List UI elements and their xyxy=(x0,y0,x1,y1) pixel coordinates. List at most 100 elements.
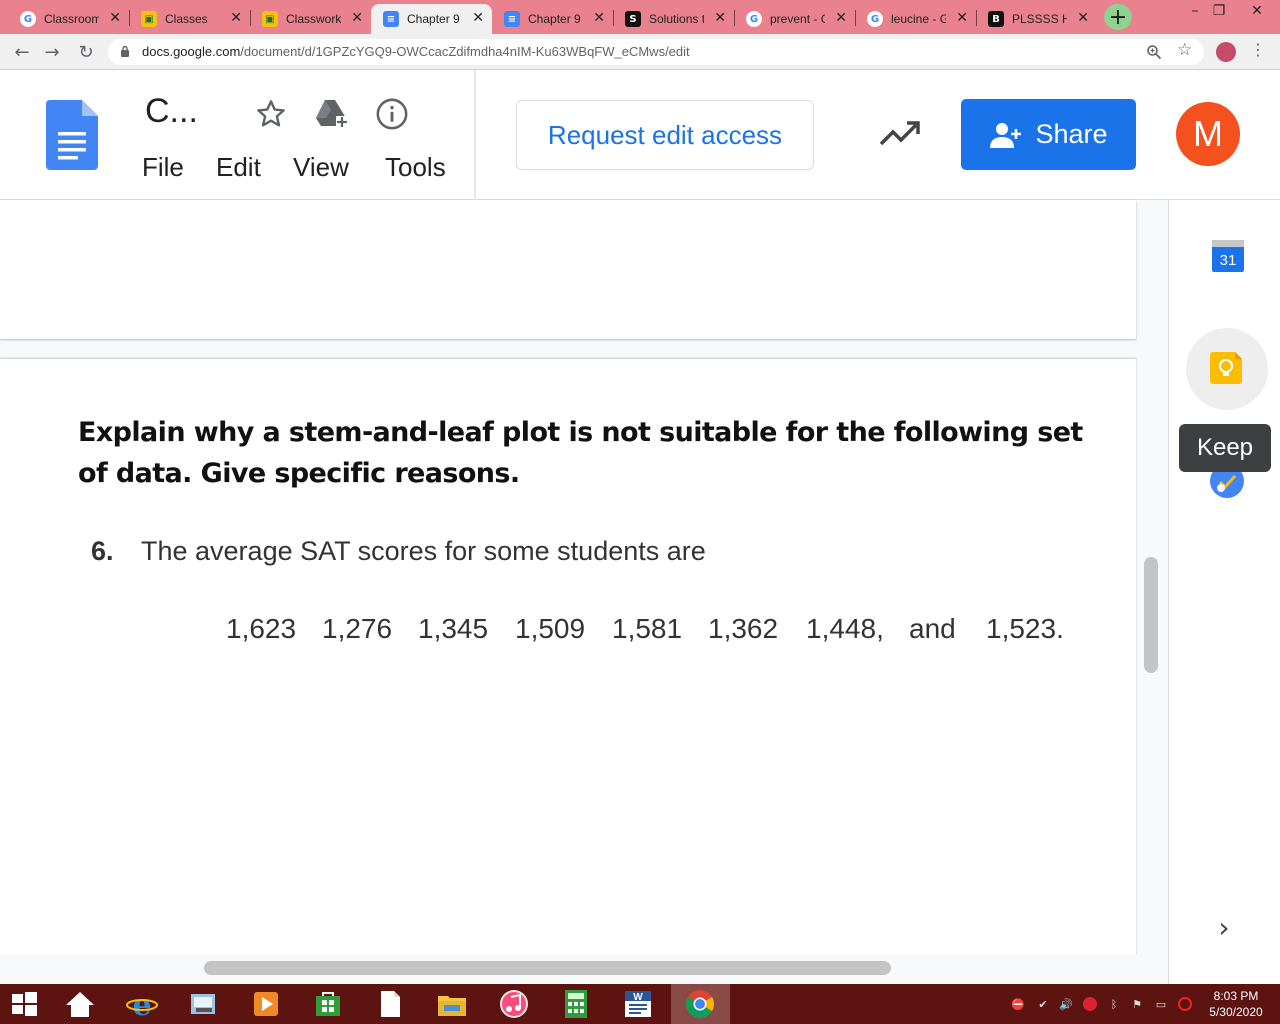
action-center-flag-icon[interactable]: ⚑ xyxy=(1130,997,1144,1011)
lock-icon xyxy=(121,45,129,57)
volume-icon[interactable]: 🔊 xyxy=(1059,997,1073,1011)
file-explorer-icon[interactable] xyxy=(436,988,468,1020)
chevron-right-icon[interactable]: › xyxy=(1209,911,1239,944)
document-title[interactable]: C... xyxy=(145,92,198,131)
calculator-icon[interactable] xyxy=(560,988,592,1020)
itunes-icon[interactable] xyxy=(498,988,530,1020)
tab-title: Classroom xyxy=(44,12,99,26)
move-to-drive-icon[interactable] xyxy=(313,96,349,132)
tab-close-icon[interactable]: ✕ xyxy=(109,10,121,26)
tab-title: Classwork xyxy=(286,12,341,26)
forward-arrow-icon[interactable]: → xyxy=(40,40,64,64)
tab-close-icon[interactable]: ✕ xyxy=(835,10,847,26)
tab-close-icon[interactable]: ✕ xyxy=(1077,10,1089,26)
score-value: 1,581 xyxy=(612,613,683,644)
clock-date: 5/30/2020 xyxy=(1209,1005,1263,1019)
omnibox[interactable]: docs.google.com/document/d/1GPZcYGQ9-OWC… xyxy=(108,39,1204,65)
security-tray-icon[interactable] xyxy=(1178,997,1192,1011)
tab-close-icon[interactable]: ✕ xyxy=(956,10,968,26)
document-file-icon[interactable] xyxy=(374,988,406,1020)
display-tray-icon[interactable]: ▭ xyxy=(1154,997,1168,1011)
score-value: 1,448, xyxy=(806,613,884,644)
home-icon[interactable] xyxy=(64,988,96,1020)
browser-tab[interactable]: ≡ Chapter 9 ✕ xyxy=(492,4,613,34)
share-button[interactable]: Share xyxy=(961,99,1136,170)
media-player-icon[interactable] xyxy=(250,988,282,1020)
docs-icon: ≡ xyxy=(383,11,399,27)
tab-title: PLSSSS HE xyxy=(1012,12,1067,26)
account-avatar[interactable]: M xyxy=(1176,102,1240,166)
browser-tab[interactable]: B PLSSSS HE ✕ xyxy=(976,4,1097,34)
tab-title: Chapter 9 xyxy=(407,12,460,26)
tab-close-icon[interactable]: ✕ xyxy=(714,10,726,26)
document-canvas: Explain why a stem-and-leaf plot is not … xyxy=(0,200,1168,984)
menu-file[interactable]: File xyxy=(142,152,184,183)
extension-icon[interactable] xyxy=(1216,42,1236,62)
activity-dashboard-icon[interactable] xyxy=(878,118,922,150)
google-g-icon: G xyxy=(746,11,762,27)
internet-explorer-icon[interactable]: e xyxy=(126,988,158,1020)
score-value: 1,523. xyxy=(986,613,1064,644)
tab-close-icon[interactable]: ✕ xyxy=(230,10,242,26)
tab-separator xyxy=(129,10,130,26)
bookmark-star-icon[interactable]: ☆ xyxy=(1177,40,1192,60)
google-docs-logo-icon[interactable] xyxy=(46,100,98,170)
tab-separator xyxy=(976,10,977,26)
google-g-icon: G xyxy=(20,11,36,27)
tab-close-icon[interactable]: ✕ xyxy=(472,10,484,26)
browser-tab[interactable]: Gprevent - G ✕ xyxy=(734,4,855,34)
system-clock[interactable]: 8:03 PM 5/30/2020 xyxy=(1203,988,1269,1020)
browser-menu-icon[interactable]: ⋮ xyxy=(1250,40,1266,59)
zoom-icon[interactable] xyxy=(1146,44,1162,60)
menu-tools[interactable]: Tools xyxy=(385,152,446,183)
menu-edit[interactable]: Edit xyxy=(216,152,261,183)
request-edit-access-button[interactable]: Request edit access xyxy=(516,100,814,170)
bluetooth-icon[interactable]: ᛒ xyxy=(1107,997,1121,1011)
tab-separator xyxy=(613,10,614,26)
browser-tab[interactable]: ▣ Classes ✕ xyxy=(129,4,250,34)
tab-close-icon[interactable]: ✕ xyxy=(593,10,605,26)
network-alert-icon[interactable]: ⛔ xyxy=(1011,997,1025,1011)
browser-tab[interactable]: Gleucine - G ✕ xyxy=(855,4,976,34)
star-icon[interactable] xyxy=(253,96,289,132)
document-page-previous xyxy=(0,200,1136,339)
shield-tray-icon[interactable]: ✔ xyxy=(1036,997,1050,1011)
question-text: The average SAT scores for some students… xyxy=(141,536,706,566)
browser-tab[interactable]: G Classroom ✕ xyxy=(8,4,129,34)
control-panel-icon[interactable] xyxy=(188,988,220,1020)
browser-tab[interactable]: S Solutions t ✕ xyxy=(613,4,734,34)
person-icon xyxy=(990,122,1022,148)
windows-taskbar: e W ⛔ ✔ 🔊 ᛒ ⚑ ▭ 8:03 PM 5/30/2020 xyxy=(0,984,1280,1024)
tab-separator xyxy=(250,10,251,26)
vertical-scrollbar-thumb[interactable] xyxy=(1144,557,1158,673)
side-panel: 31 Keep › xyxy=(1168,200,1280,984)
tab-close-icon[interactable]: ✕ xyxy=(351,10,363,26)
reload-icon[interactable]: ↻ xyxy=(74,40,98,64)
menu-view[interactable]: View xyxy=(293,152,349,183)
microsoft-word-icon[interactable]: W xyxy=(622,988,654,1020)
clock-time: 8:03 PM xyxy=(1213,989,1259,1003)
store-icon[interactable] xyxy=(312,988,344,1020)
windows-start-icon[interactable] xyxy=(8,988,40,1020)
url-text: docs.google.com/document/d/1GPZcYGQ9-OWC… xyxy=(142,44,690,59)
url-path: /document/d/1GPZcYGQ9-OWCcacZdifmdha4nIM… xyxy=(240,44,690,59)
calendar-day: 31 xyxy=(1220,252,1237,269)
info-icon[interactable] xyxy=(374,96,410,132)
antivirus-tray-icon[interactable] xyxy=(1083,997,1097,1011)
calendar-icon[interactable]: 31 xyxy=(1212,240,1244,272)
new-tab-button[interactable]: + xyxy=(1104,4,1132,30)
tab-title: prevent - G xyxy=(770,12,825,26)
tab-title: leucine - G xyxy=(891,12,946,26)
browser-tab[interactable]: ≡ Chapter 9 ✕ xyxy=(371,4,492,34)
browser-tab-strip: G Classroom ✕ ▣ Classes ✕ ▣ Classwork ✕ ≡ Chapter … xyxy=(0,0,1280,34)
score-value: 1,276 xyxy=(322,613,393,644)
horizontal-scrollbar-thumb[interactable] xyxy=(204,961,891,975)
browser-tab[interactable]: ▣ Classwork ✕ xyxy=(250,4,371,34)
chrome-taskbar-active[interactable] xyxy=(671,984,730,1024)
back-arrow-icon[interactable]: ← xyxy=(10,40,34,64)
keep-button[interactable] xyxy=(1186,328,1268,410)
tab-title: Solutions t xyxy=(649,12,704,26)
close-window-button[interactable]: ✕ xyxy=(1234,0,1280,22)
chrome-icon xyxy=(686,990,714,1018)
classroom-icon: ▣ xyxy=(141,11,157,27)
